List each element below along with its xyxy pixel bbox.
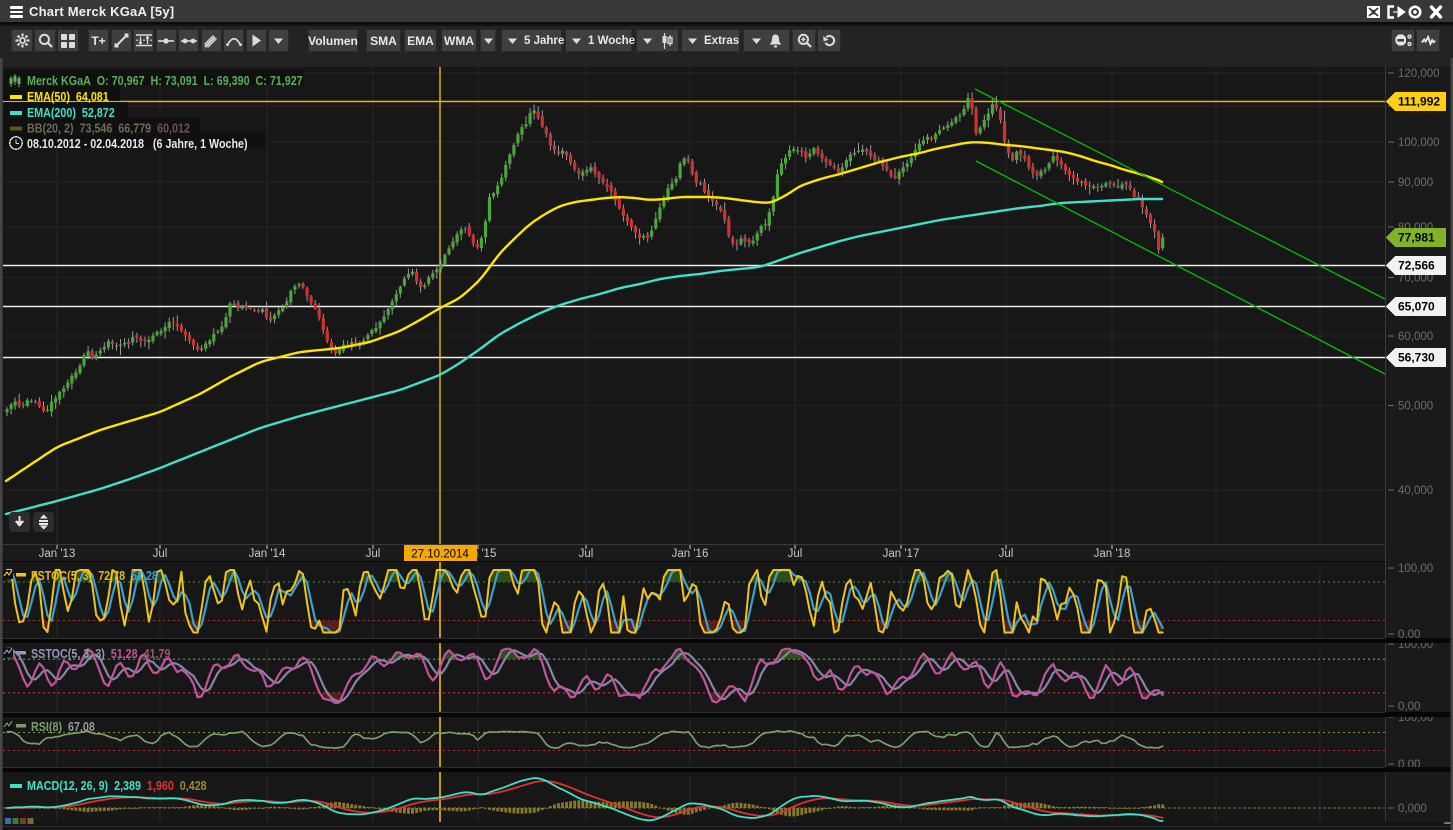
svg-text:27.10.2014: 27.10.2014 — [411, 549, 469, 561]
svg-text:Jan '17: Jan '17 — [883, 548, 920, 560]
svg-text:56,730: 56,730 — [1398, 351, 1435, 365]
svg-text:100,00: 100,00 — [1398, 563, 1433, 575]
svg-text:EMA(50) 64,081: EMA(50) 64,081 — [27, 90, 109, 104]
svg-text:Merck KGaA O: 70,967 H: 73,0: Merck KGaA O: 70,967 H: 73,091 L: 69,390… — [27, 74, 303, 88]
svg-text:50,000: 50,000 — [1398, 400, 1433, 412]
svg-text:SSTOC(5, 3, 3) 51,28 41,79: SSTOC(5, 3, 3) 51,28 41,79 — [31, 647, 171, 661]
svg-text:Jan '16: Jan '16 — [672, 548, 709, 560]
svg-text:0,000: 0,000 — [1398, 803, 1427, 815]
svg-text:Jan '14: Jan '14 — [249, 548, 286, 560]
svg-text:Jul: Jul — [579, 548, 594, 560]
svg-text:Jul: Jul — [153, 548, 168, 560]
svg-text:Jul: Jul — [788, 548, 803, 560]
svg-text:60,000: 60,000 — [1398, 331, 1433, 343]
svg-text:120,000: 120,000 — [1398, 68, 1440, 80]
svg-text:Jul: Jul — [999, 548, 1014, 560]
svg-text:100,000: 100,000 — [1398, 137, 1440, 149]
svg-text:FSTOC(5, 3) 72,78 51,28: FSTOC(5, 3) 72,78 51,28 — [31, 569, 158, 583]
svg-text:40,000: 40,000 — [1398, 485, 1433, 497]
svg-text:Jan '13: Jan '13 — [39, 548, 76, 560]
svg-text:BB(20, 2) 73,546 66,779 60,: BB(20, 2) 73,546 66,779 60,012 — [27, 122, 190, 136]
svg-text:111,992: 111,992 — [1398, 95, 1440, 109]
svg-text:65,070: 65,070 — [1398, 300, 1435, 314]
svg-text:Jul: Jul — [366, 548, 381, 560]
svg-text:90,000: 90,000 — [1398, 177, 1433, 189]
svg-text:08.10.2012 - 02.04.2018 (6 J: 08.10.2012 - 02.04.2018 (6 Jahre, 1 Woch… — [27, 137, 248, 151]
svg-text:Jan '18: Jan '18 — [1094, 548, 1131, 560]
svg-text:77,981: 77,981 — [1398, 231, 1435, 245]
svg-text:EMA(200) 52,872: EMA(200) 52,872 — [27, 106, 115, 120]
svg-text:RSI(8) 67,08: RSI(8) 67,08 — [31, 720, 95, 734]
svg-text:MACD(12, 26, 9) 2,389 1,960: MACD(12, 26, 9) 2,389 1,960 0,428 — [27, 779, 207, 793]
svg-text:72,566: 72,566 — [1398, 259, 1435, 273]
